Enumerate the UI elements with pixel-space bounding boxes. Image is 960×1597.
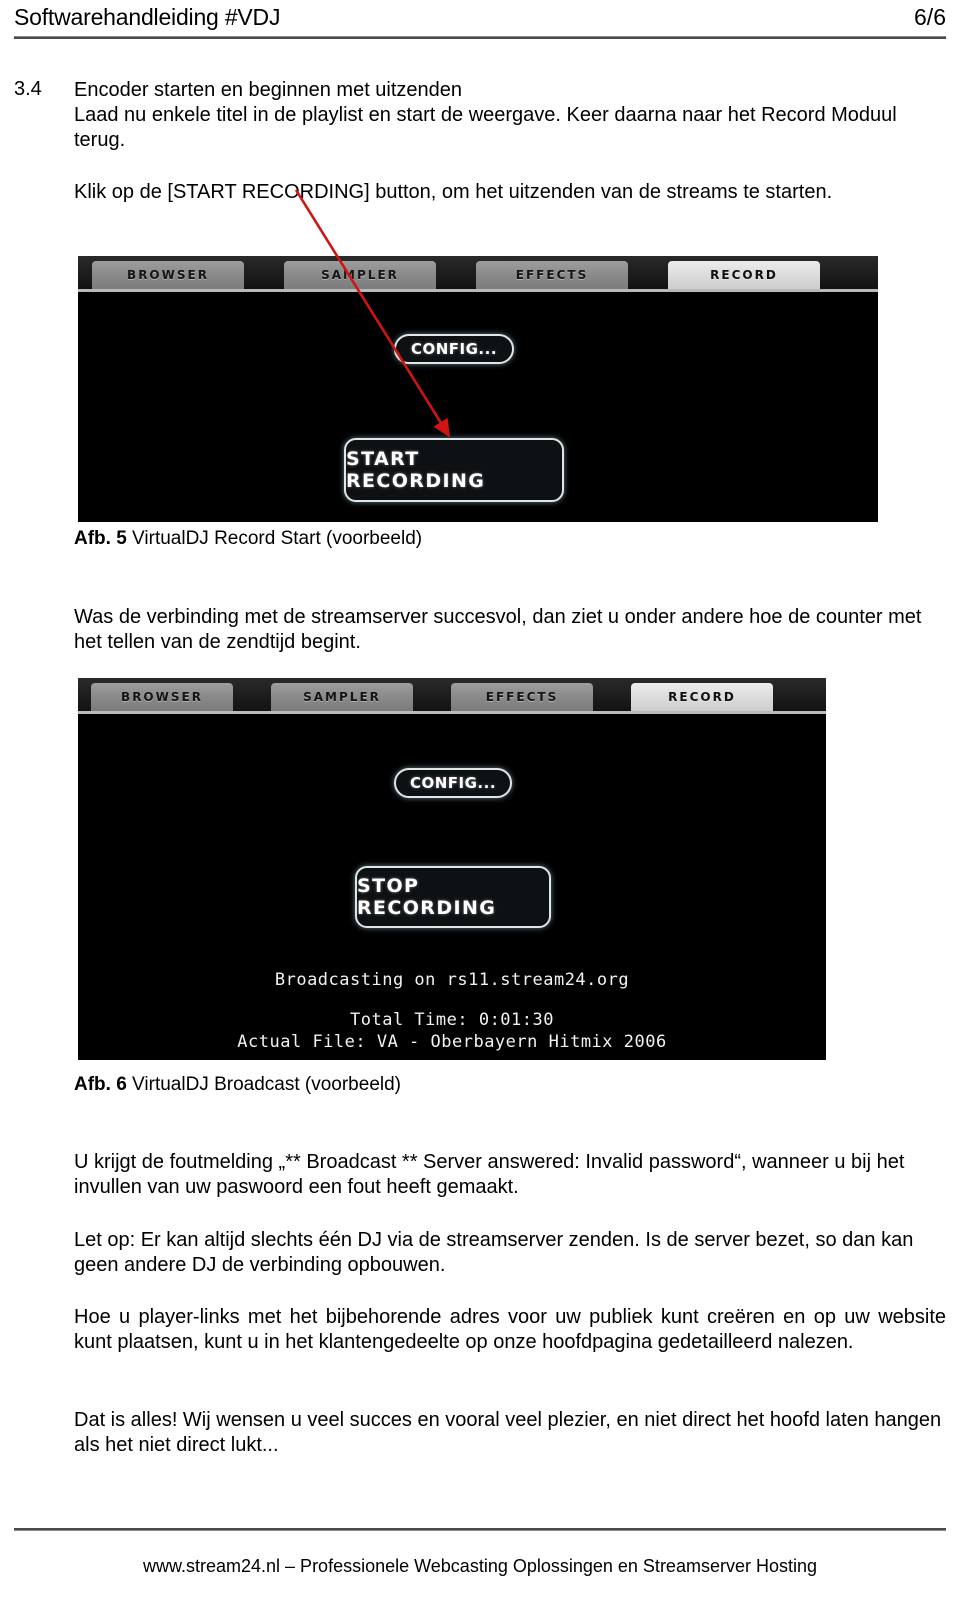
vdj-tab-record-2[interactable]: RECORD (631, 683, 773, 711)
vdj-tab-bar-2: BROWSER SAMPLER EFFECTS RECORD (78, 678, 826, 714)
figure-6-text: VirtualDJ Broadcast (voorbeeld) (126, 1074, 402, 1095)
screenshot-virtualdj-record-start: BROWSER SAMPLER EFFECTS RECORD CONFIG...… (78, 256, 878, 522)
start-recording-button[interactable]: START RECORDING (344, 438, 564, 502)
screenshot-virtualdj-broadcast: BROWSER SAMPLER EFFECTS RECORD CONFIG...… (78, 678, 826, 1060)
vdj-tab-browser[interactable]: BROWSER (92, 261, 244, 289)
page-number: 6/6 (914, 4, 946, 30)
status-actual-file: Actual File: VA - Oberbayern Hitmix 2006 (237, 1032, 667, 1052)
paragraph-letop: Let op: Er kan altijd slechts één DJ via… (74, 1229, 914, 1276)
page-footer: www.stream24.nl – Professionele Webcasti… (143, 1556, 817, 1576)
document-title: Softwarehandleiding #VDJ (14, 4, 281, 30)
vdj-tab-sampler-2-label: SAMPLER (303, 690, 381, 704)
vdj-tab-sampler-2[interactable]: SAMPLER (271, 683, 413, 711)
vdj-tab-browser-2-label: BROWSER (121, 690, 203, 704)
section-heading: Encoder starten en beginnen met uitzende… (74, 79, 463, 101)
vdj-tab-sampler[interactable]: SAMPLER (284, 261, 436, 289)
header-divider (14, 36, 946, 39)
figure-5-label: Afb. 5 (74, 528, 127, 549)
config-button-2-label: CONFIG... (409, 774, 497, 792)
vdj-tab-record-2-label: RECORD (668, 690, 736, 704)
config-button[interactable]: CONFIG... (394, 334, 514, 364)
footer-divider (14, 1528, 946, 1531)
vdj-tab-effects-label: EFFECTS (515, 268, 589, 282)
vdj-tab-bar: BROWSER SAMPLER EFFECTS RECORD (78, 256, 878, 292)
paragraph-dat: Dat is alles! Wij wensen u veel succes e… (74, 1409, 942, 1456)
paragraph-was: Was de verbinding met de streamserver su… (74, 606, 922, 653)
start-recording-button-label: START RECORDING (346, 448, 486, 492)
vdj-tab-record-label: RECORD (710, 268, 778, 282)
page-header: Softwarehandleiding #VDJ 6/6 (14, 4, 946, 38)
vdj-tab-browser-label: BROWSER (127, 268, 209, 282)
paragraph-klik: Klik op de [START RECORDING] button, om … (74, 181, 833, 203)
vdj-tab-effects-2-label: EFFECTS (485, 690, 559, 704)
vdj-broadcast-panel: CONFIG... STOP RECORDING Broadcasting on… (78, 714, 826, 1060)
figure-5-caption: Afb. 5 VirtualDJ Record Start (voorbeeld… (74, 528, 422, 550)
section-block: Encoder starten en beginnen met uitzende… (74, 78, 946, 153)
config-button-2[interactable]: CONFIG... (394, 768, 512, 798)
figure-6-caption: Afb. 6 VirtualDJ Broadcast (voorbeeld) (74, 1074, 401, 1096)
vdj-record-panel: CONFIG... START RECORDING (78, 292, 878, 522)
stop-recording-button-label: STOP RECORDING (357, 875, 497, 919)
paragraph-hoe: Hoe u player-links met het bijbehorende … (74, 1306, 946, 1353)
figure-6-label: Afb. 6 (74, 1074, 127, 1095)
section-intro: Laad nu enkele titel in de playlist en s… (74, 104, 897, 151)
vdj-tab-effects[interactable]: EFFECTS (476, 261, 628, 289)
figure-5-text: VirtualDJ Record Start (voorbeeld) (126, 528, 423, 549)
vdj-tab-browser-2[interactable]: BROWSER (91, 683, 233, 711)
vdj-tab-effects-2[interactable]: EFFECTS (451, 683, 593, 711)
section-number: 3.4 (14, 78, 42, 100)
vdj-tab-record[interactable]: RECORD (668, 261, 820, 289)
status-broadcasting: Broadcasting on rs11.stream24.org (274, 970, 630, 990)
vdj-tab-sampler-label: SAMPLER (321, 268, 399, 282)
config-button-label: CONFIG... (410, 340, 498, 358)
stop-recording-button[interactable]: STOP RECORDING (355, 866, 551, 928)
paragraph-error: U krijgt de foutmelding „** Broadcast **… (74, 1151, 905, 1198)
status-total-time: Total Time: 0:01:30 (350, 1010, 554, 1030)
